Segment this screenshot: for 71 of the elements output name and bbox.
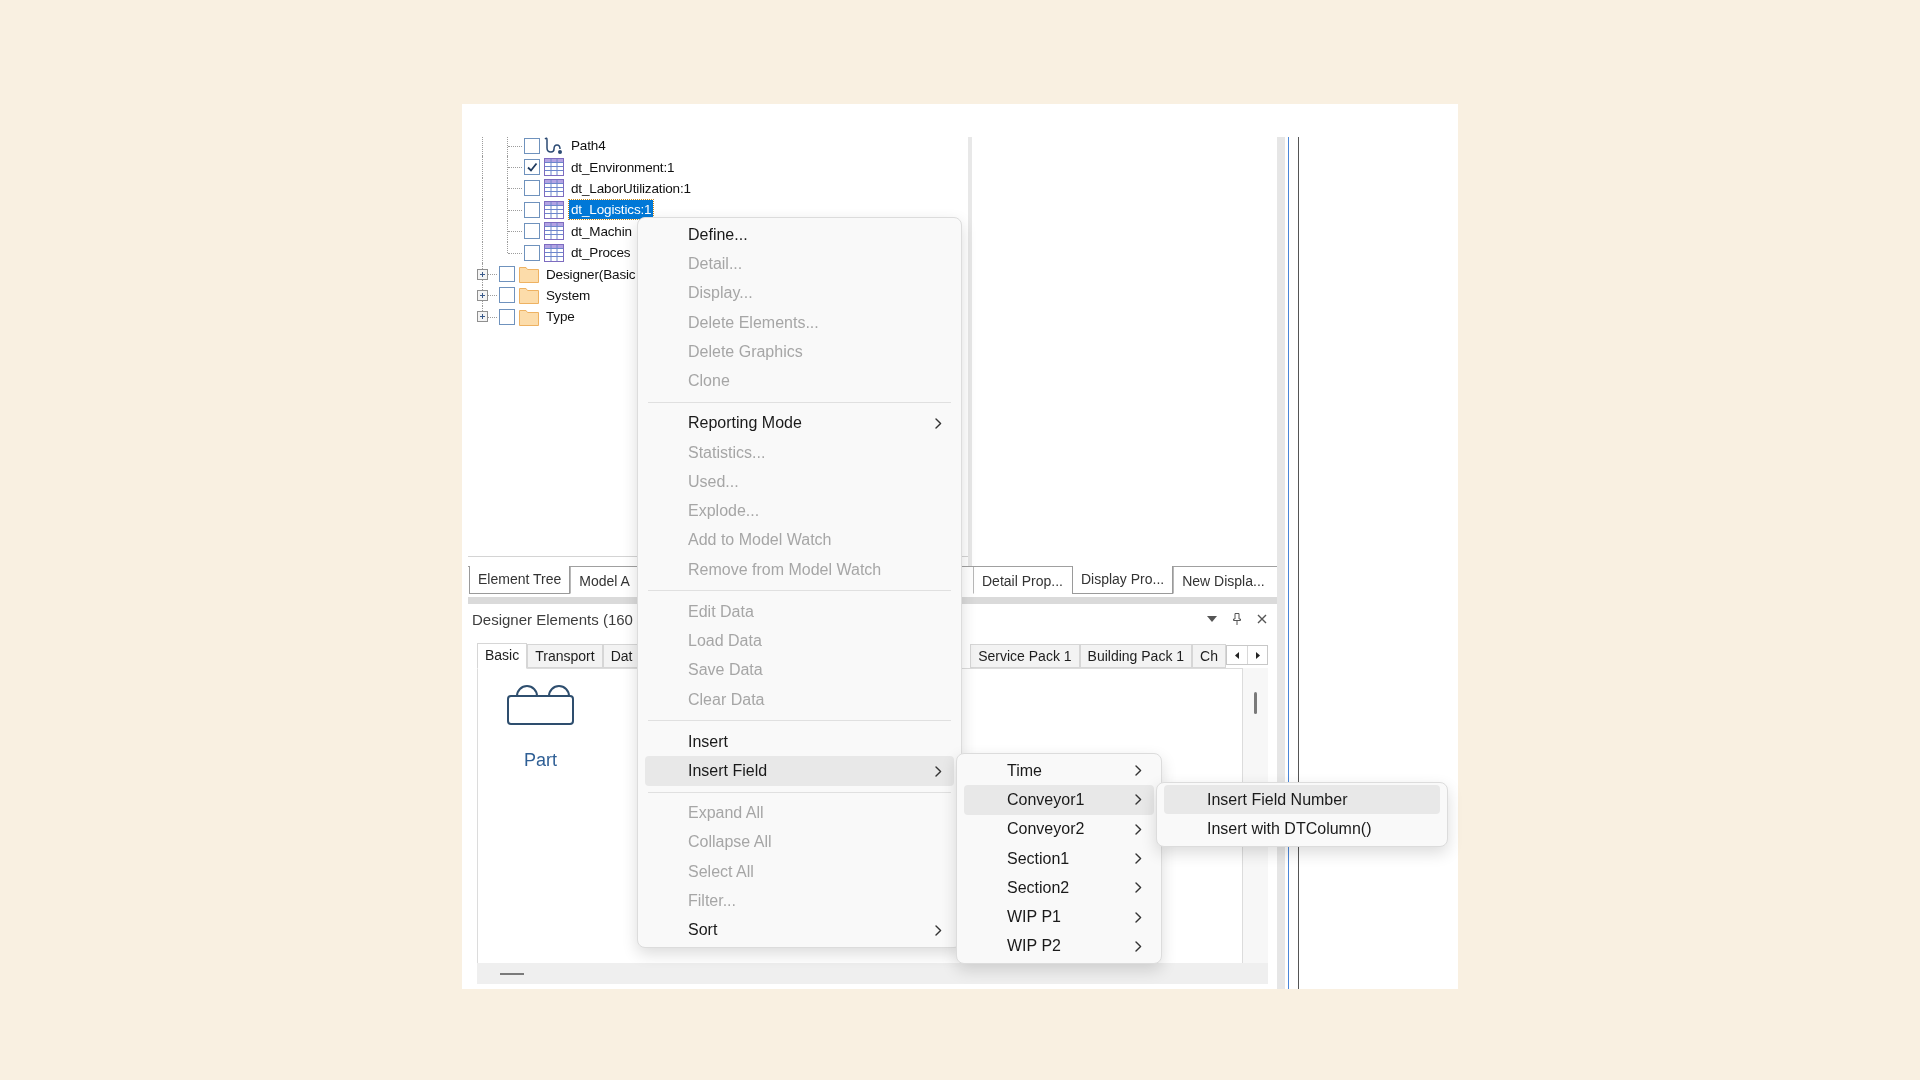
menu-item[interactable]: WIP P2: [964, 931, 1154, 962]
table-icon: [544, 243, 564, 262]
tab[interactable]: Element Tree: [469, 566, 571, 594]
chevron-right-icon: [1135, 794, 1142, 806]
checkbox[interactable]: [499, 287, 515, 304]
curve-icon: [544, 137, 564, 155]
tree-item[interactable]: dt_Environment:1: [569, 157, 677, 177]
table-icon: [544, 200, 564, 219]
menu-item[interactable]: Insert Field: [645, 756, 954, 786]
tab[interactable]: Display Pro...: [1071, 566, 1174, 594]
tab[interactable]: Ch: [1192, 644, 1226, 668]
table-icon: [544, 158, 564, 177]
caret-down-icon[interactable]: [1207, 616, 1217, 622]
tree-item[interactable]: dt_Machin: [569, 221, 634, 241]
table-icon: [544, 179, 564, 198]
folder-icon: [519, 265, 539, 284]
chevron-right-icon: [1135, 823, 1142, 835]
checkbox[interactable]: [524, 159, 540, 176]
menu-item[interactable]: Insert with DTColumn(): [1164, 814, 1440, 844]
caret-right-icon: [1255, 651, 1260, 659]
tree-item[interactable]: dt_Proces: [569, 243, 633, 263]
tree-item[interactable]: Path4: [569, 137, 608, 156]
menu-item[interactable]: Define...: [645, 220, 954, 250]
menu-item[interactable]: WIP P1: [964, 902, 1154, 932]
menu-item[interactable]: Insert Field Number: [1164, 785, 1440, 815]
pin-icon[interactable]: [1233, 613, 1241, 625]
caret-left-icon: [1235, 651, 1239, 659]
tree-item[interactable]: dt_Logistics:1: [569, 200, 654, 220]
menu-item[interactable]: Conveyor2: [964, 814, 1154, 844]
chevron-right-icon: [1135, 911, 1142, 923]
close-icon[interactable]: [1257, 614, 1267, 624]
checkbox[interactable]: [499, 308, 515, 325]
chevron-right-icon: [1135, 853, 1142, 865]
menu-item[interactable]: Insert: [645, 727, 954, 757]
chevron-right-icon: [1135, 940, 1142, 952]
tab[interactable]: Service Pack 1: [970, 644, 1080, 668]
tree-item[interactable]: Designer(Basic: [544, 264, 638, 284]
checkbox[interactable]: [499, 266, 515, 283]
tab[interactable]: Transport: [527, 644, 603, 668]
brick-icon[interactable]: [507, 685, 574, 725]
chevron-right-icon: [935, 765, 942, 777]
folder-icon: [519, 307, 539, 326]
checkbox[interactable]: [524, 201, 540, 218]
expand-icon[interactable]: [476, 268, 488, 280]
menu-item[interactable]: Time: [964, 756, 1154, 786]
table-icon: [544, 222, 564, 241]
expand-icon[interactable]: [476, 289, 488, 301]
menu-item[interactable]: Conveyor1: [964, 785, 1154, 815]
chevron-right-icon: [935, 924, 942, 936]
expand-icon[interactable]: [476, 311, 488, 323]
menu-item[interactable]: Reporting Mode: [645, 408, 954, 438]
checkbox[interactable]: [524, 244, 540, 261]
scrollbar-thumb[interactable]: [1254, 692, 1257, 714]
tree-item[interactable]: System: [544, 285, 593, 305]
tab[interactable]: Basic: [477, 643, 528, 669]
scrollbar-thumb[interactable]: [500, 972, 524, 975]
chevron-right-icon: [935, 417, 942, 429]
tab[interactable]: Building Pack 1: [1079, 644, 1193, 668]
checkbox[interactable]: [524, 180, 540, 197]
checkbox[interactable]: [524, 137, 540, 154]
panel-title: Designer Elements (160: [472, 610, 633, 628]
menu-item[interactable]: Section2: [964, 873, 1154, 903]
tree-item[interactable]: Type: [544, 307, 577, 327]
menu-item[interactable]: Sort: [645, 915, 954, 945]
checkbox[interactable]: [524, 223, 540, 240]
tree-item[interactable]: dt_LaborUtilization:1: [569, 178, 693, 198]
folder-icon: [519, 286, 539, 305]
item-label[interactable]: Part: [524, 750, 557, 771]
chevron-right-icon: [1135, 882, 1142, 894]
menu-item[interactable]: Section1: [964, 843, 1154, 874]
chevron-right-icon: [1135, 765, 1142, 777]
